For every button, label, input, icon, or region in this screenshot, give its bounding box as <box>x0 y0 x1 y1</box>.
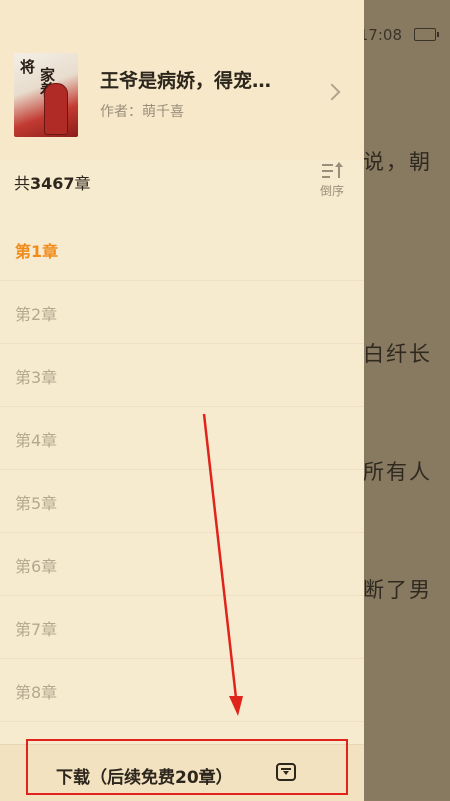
annotation-arrow <box>202 413 243 716</box>
